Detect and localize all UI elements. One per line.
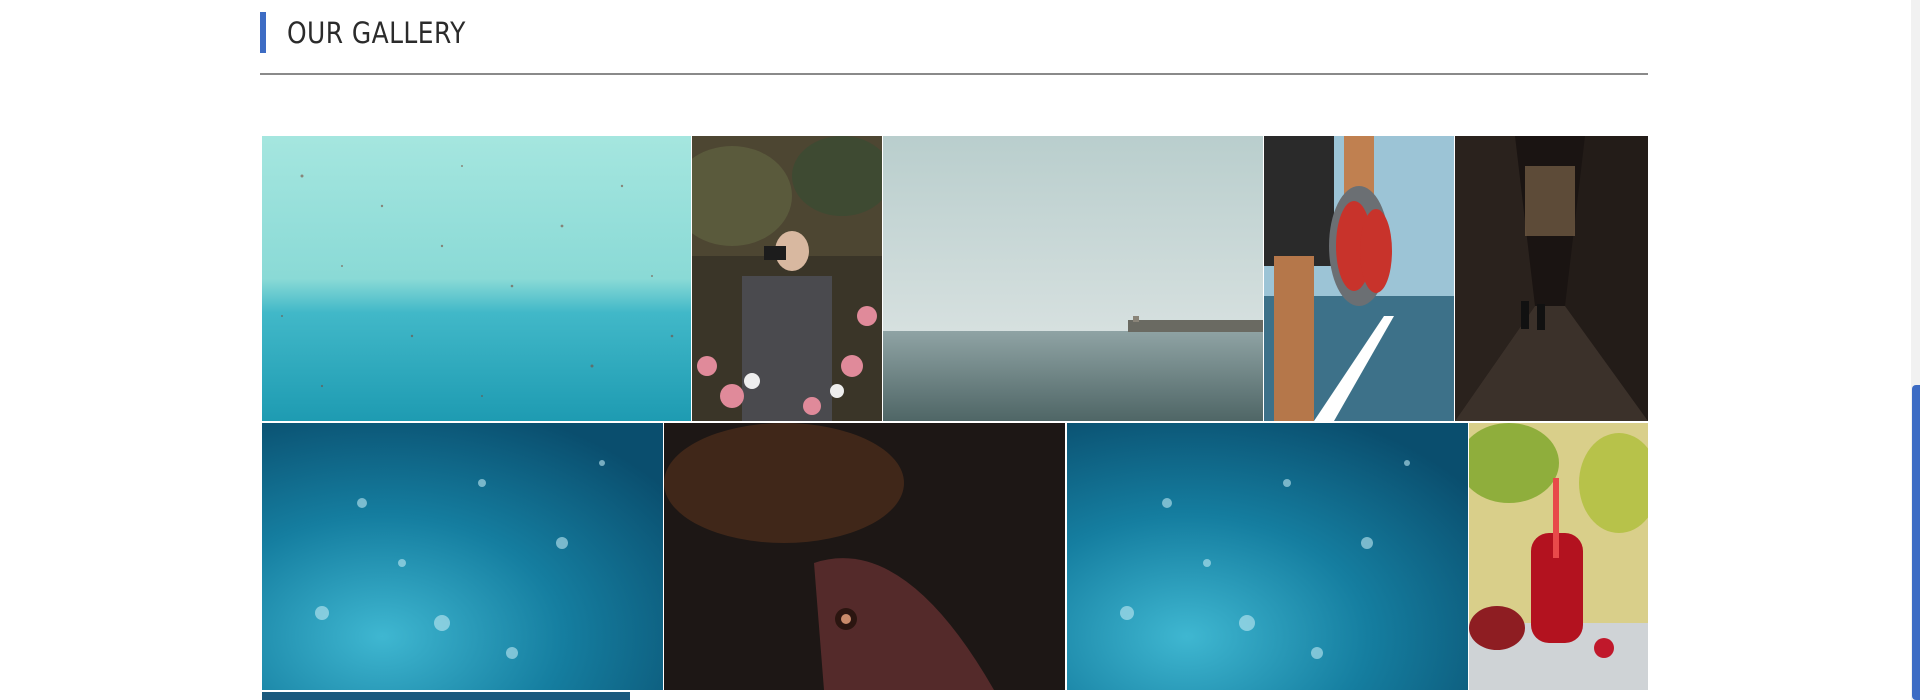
gallery-image-blue-bokeh[interactable] <box>262 423 663 690</box>
gallery-image-pomegranate-juice[interactable] <box>1469 423 1648 690</box>
gallery-image-sneakers[interactable] <box>1264 136 1454 421</box>
gallery-image-aqua-splatter[interactable] <box>262 136 691 421</box>
title-accent-bar <box>260 12 266 53</box>
gallery-header: OUR GALLERY <box>260 12 495 53</box>
vertical-scrollbar[interactable] <box>1911 0 1920 700</box>
header-divider <box>260 73 1648 75</box>
page: OUR GALLERY <box>0 0 1920 700</box>
gallery-image-eye-closeup[interactable] <box>664 423 1065 690</box>
gallery-image-calm-sea[interactable] <box>883 136 1263 421</box>
gallery-image-partial-next-row[interactable] <box>262 692 630 700</box>
gallery-image-blue-bokeh-2[interactable] <box>1067 423 1468 690</box>
scrollbar-thumb[interactable] <box>1912 385 1920 700</box>
gallery-image-night-alley[interactable] <box>1455 136 1648 421</box>
gallery-image-man-with-camera[interactable] <box>692 136 882 421</box>
gallery-title: OUR GALLERY <box>287 15 466 50</box>
